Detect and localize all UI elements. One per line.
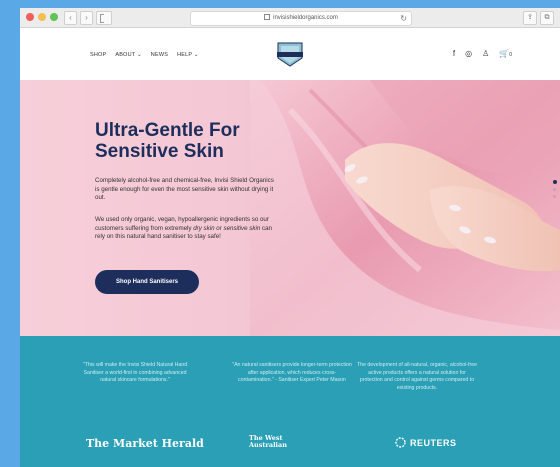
address-bar[interactable]: invisishieldorganics.com ↻	[190, 11, 412, 26]
account-icon[interactable]: ♙	[482, 49, 489, 58]
menu-item-about[interactable]: ABOUT ⌄	[115, 52, 141, 58]
main-menu: SHOP ABOUT ⌄ NEWS HELP ⌄	[90, 52, 199, 58]
market-herald-logo: The Market Herald	[86, 437, 204, 450]
slide-dot-3[interactable]	[553, 195, 556, 198]
hero-section: Ultra-Gentle For Sensitive Skin Complete…	[20, 80, 560, 336]
hero-paragraph-2-emphasis: dry skin or sensitive skin	[193, 224, 261, 232]
toolbar-right: ⇪ ⧉	[523, 11, 554, 25]
west-australian-logo: The West Australian	[249, 434, 287, 449]
site-header: SHOP ABOUT ⌄ NEWS HELP ⌄ f ◎ ♙ 🛒0	[20, 28, 560, 80]
history-buttons: ‹ ›	[64, 11, 93, 25]
cart-count: 0	[509, 52, 512, 58]
brand-logo[interactable]	[275, 40, 305, 68]
cart-icon: 🛒	[499, 49, 510, 58]
browser-window: ‹ › invisishieldorganics.com ↻ ⇪ ⧉ SHOP …	[20, 8, 560, 467]
lock-icon	[264, 14, 271, 20]
sidebar-toggle-button[interactable]	[96, 11, 112, 25]
press-section: "This will make the Invisi Shield Natura…	[20, 336, 560, 467]
hero-title-line1: Ultra-Gentle For	[95, 120, 240, 141]
tabs-icon[interactable]: ⧉	[540, 11, 554, 25]
url-text: invisishieldorganics.com	[273, 15, 338, 21]
press-quote-1: "This will make the Invisi Shield Natura…	[82, 362, 188, 383]
hero-title: Ultra-Gentle For Sensitive Skin	[95, 120, 295, 162]
minimize-window-button[interactable]	[38, 13, 46, 21]
close-window-button[interactable]	[26, 13, 34, 21]
reuters-logo: REUTERS	[395, 437, 457, 448]
shop-hand-sanitisers-button[interactable]: Shop Hand Sanitisers	[95, 270, 199, 294]
browser-titlebar: ‹ › invisishieldorganics.com ↻ ⇪ ⧉	[20, 8, 560, 28]
window-controls	[26, 13, 58, 21]
share-icon[interactable]: ⇪	[523, 11, 537, 25]
hero-paragraph-1: Completely alcohol-free and chemical-fre…	[95, 177, 274, 201]
instagram-icon[interactable]: ◎	[465, 49, 472, 58]
reuters-icon	[395, 437, 406, 448]
slide-dot-2[interactable]	[553, 188, 556, 191]
press-quote-2: "An natural sanitisers provide longer-te…	[232, 362, 352, 383]
menu-item-news[interactable]: NEWS	[151, 52, 168, 58]
press-quote-3: The development of all-natural, organic,…	[357, 362, 477, 391]
cart-button[interactable]: 🛒0	[499, 49, 512, 58]
hero-paragraph-2: We used only organic, vegan, hypoallerge…	[95, 216, 280, 242]
menu-item-shop[interactable]: SHOP	[90, 52, 106, 58]
slide-dot-1[interactable]	[553, 180, 557, 184]
forward-button[interactable]: ›	[80, 11, 93, 25]
maximize-window-button[interactable]	[50, 13, 58, 21]
back-button[interactable]: ‹	[64, 11, 77, 25]
hero-title-line2: Sensitive Skin	[95, 141, 224, 162]
slide-pager	[553, 180, 557, 198]
facebook-icon[interactable]: f	[453, 49, 455, 58]
reuters-wordmark: REUTERS	[410, 437, 457, 448]
reload-icon[interactable]: ↻	[400, 12, 407, 25]
hands-on-silk-image	[250, 80, 560, 336]
menu-item-help[interactable]: HELP ⌄	[177, 52, 199, 58]
header-icons: f ◎ ♙ 🛒0	[453, 49, 512, 58]
